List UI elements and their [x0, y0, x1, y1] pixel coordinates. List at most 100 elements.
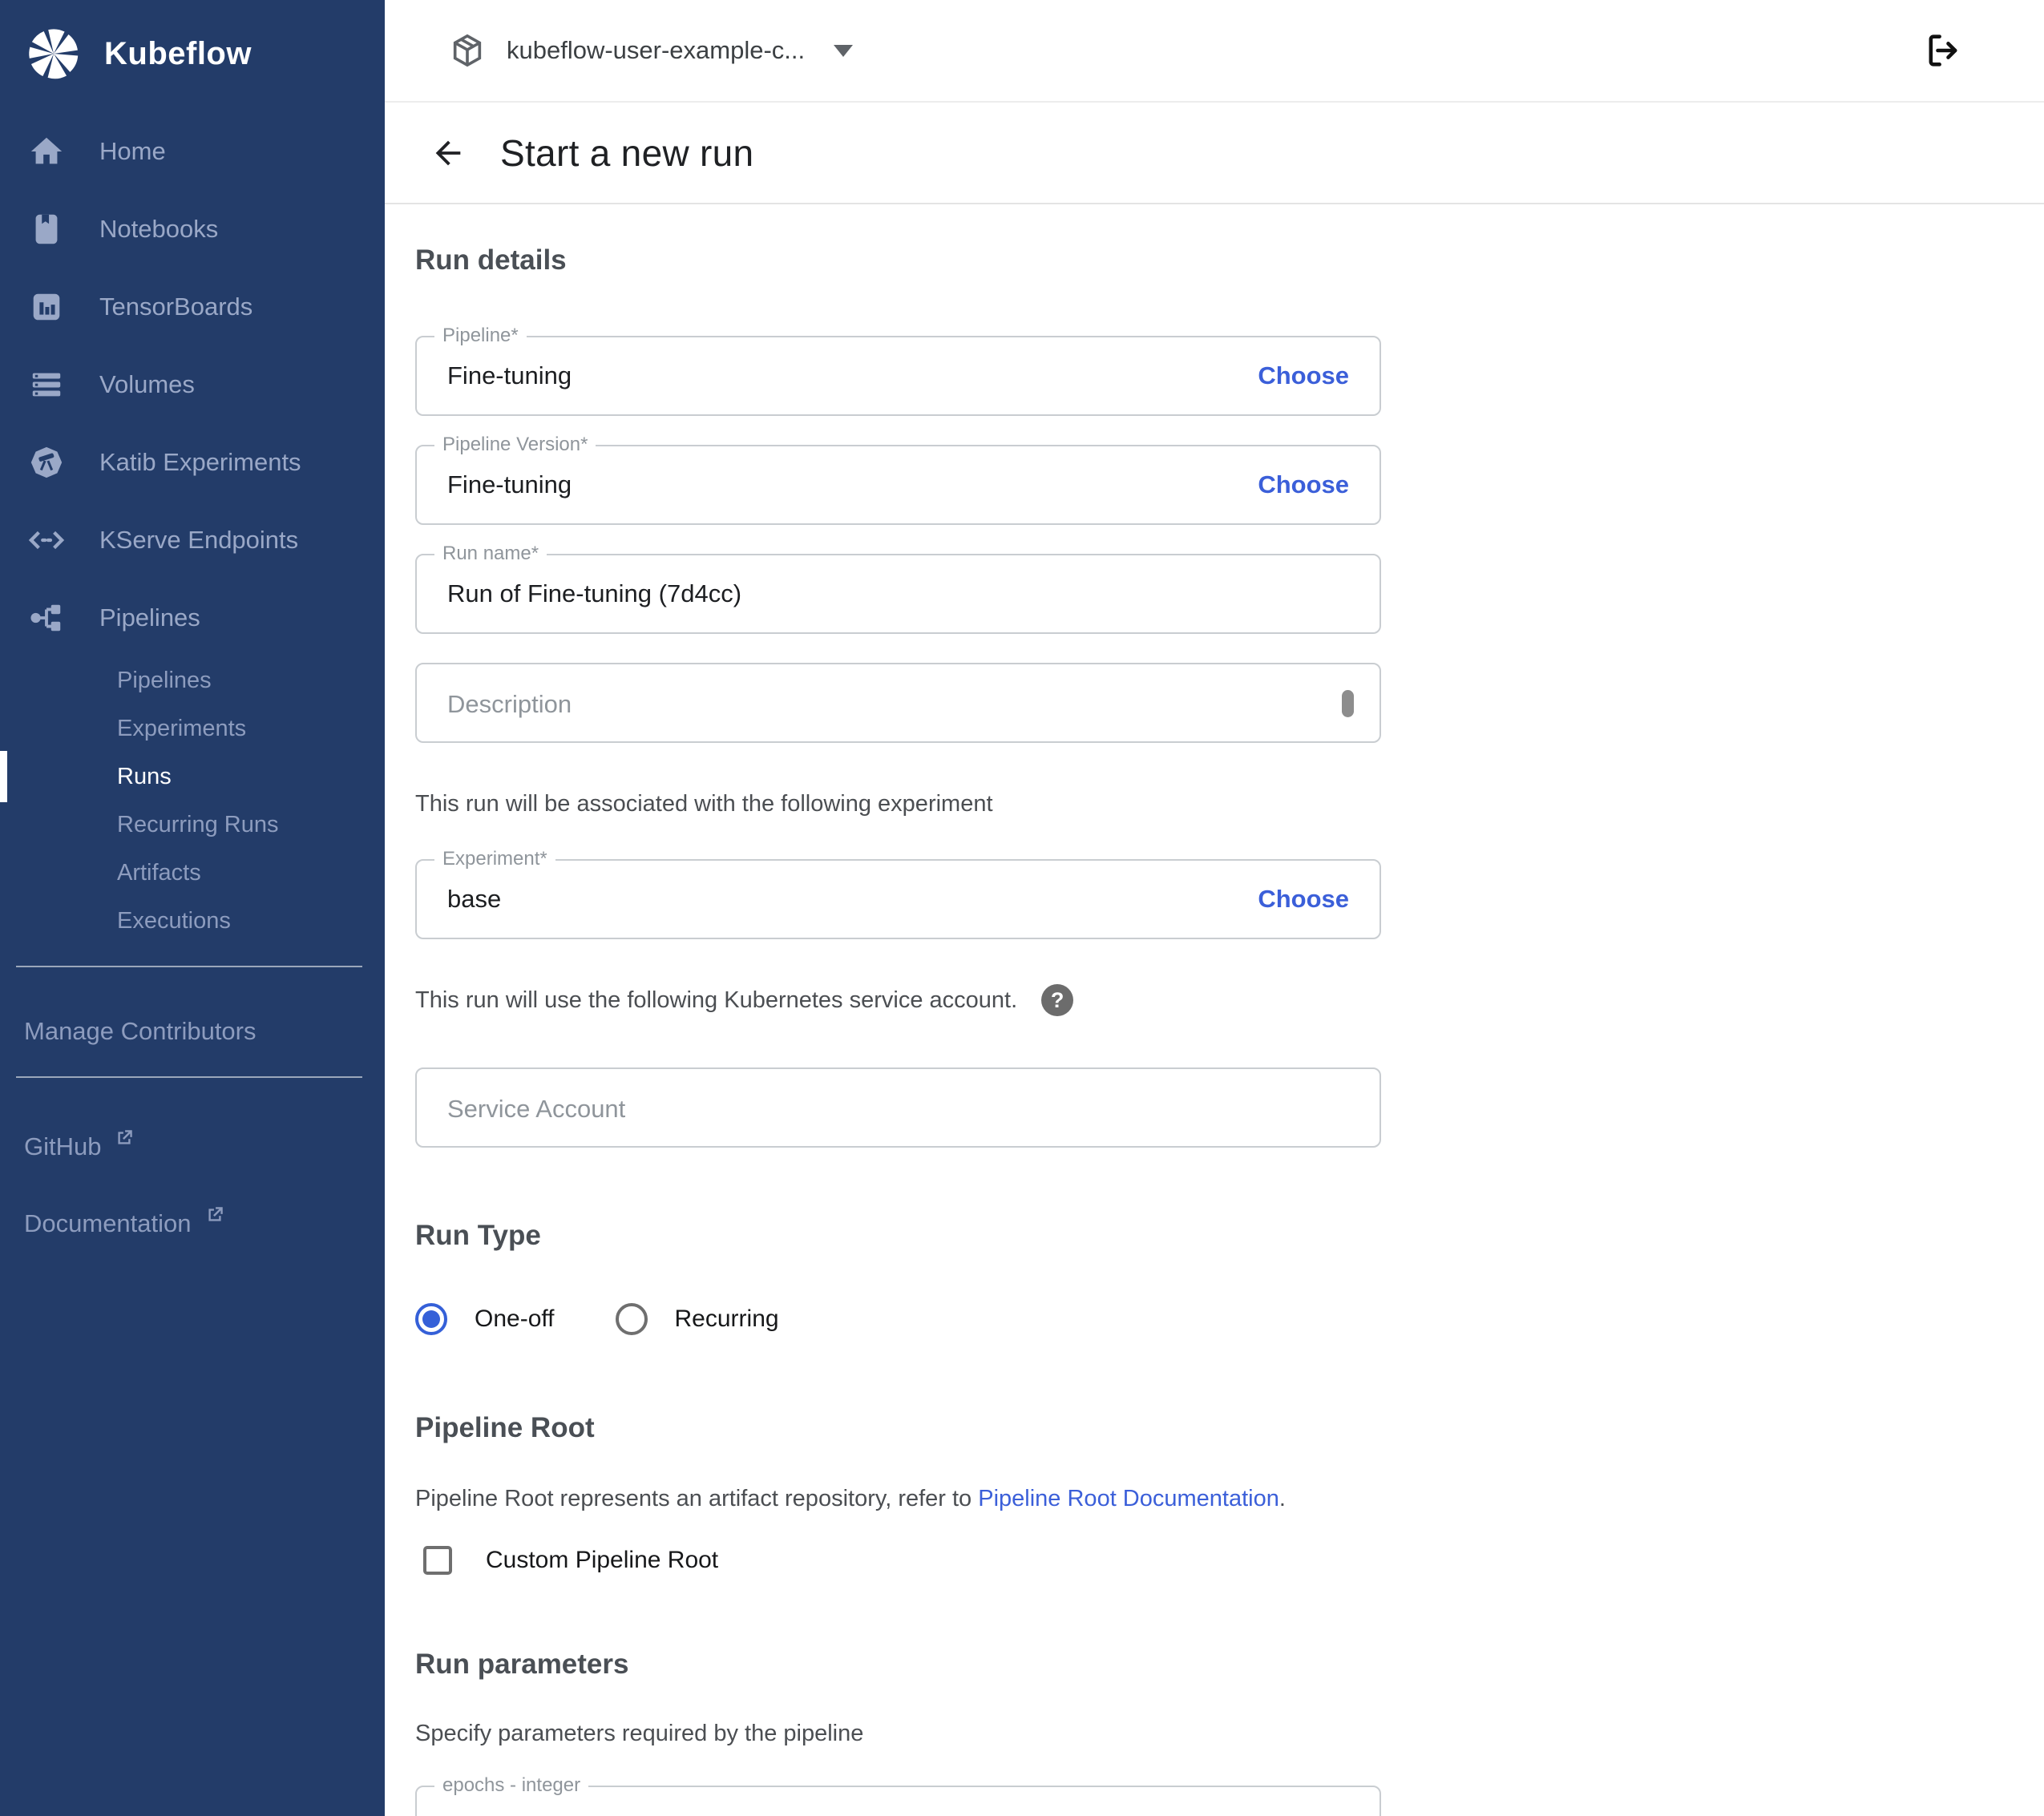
sidebar-subitem-label: Artifacts: [117, 860, 201, 886]
pipeline-choose-button[interactable]: Choose: [1258, 361, 1349, 390]
external-link-icon: [114, 1128, 135, 1148]
pipeline-root-description: Pipeline Root represents an artifact rep…: [415, 1486, 1381, 1512]
external-link-icon: [204, 1205, 225, 1225]
manage-contributors-label: Manage Contributors: [24, 1017, 257, 1046]
radio-one-off[interactable]: One-off: [415, 1303, 555, 1335]
sidebar-item-label: TensorBoards: [99, 293, 252, 321]
pipeline-root-heading: Pipeline Root: [415, 1412, 1381, 1444]
sidebar-item-label: KServe Endpoints: [99, 526, 298, 555]
pipeline-field-label: Pipeline*: [434, 324, 527, 348]
sidebar-nav: Home Notebooks TensorBoards Volumes: [0, 112, 385, 945]
epochs-field-label: epochs - integer: [434, 1774, 588, 1798]
experiment-field-value: base: [447, 885, 501, 914]
sidebar-subitem-label: Pipelines: [117, 668, 212, 694]
custom-pipeline-root-label: Custom Pipeline Root: [486, 1547, 718, 1574]
sidebar-subitem-executions[interactable]: Executions: [0, 897, 385, 945]
kubeflow-logo-icon: [24, 24, 83, 83]
sidebar-subitem-label: Experiments: [117, 716, 246, 742]
notebook-icon: [27, 210, 66, 248]
run-parameters-heading: Run parameters: [415, 1649, 1381, 1681]
service-account-note: This run will use the following Kubernet…: [415, 987, 1017, 1014]
scrollbar-thumb[interactable]: [1342, 690, 1354, 717]
custom-pipeline-root-row: Custom Pipeline Root: [415, 1546, 1381, 1575]
pipeline-root-documentation-link[interactable]: Pipeline Root Documentation: [978, 1486, 1279, 1511]
radio-selected-icon: [415, 1303, 447, 1335]
namespace-value: kubeflow-user-example-c...: [507, 36, 805, 65]
sidebar-subitem-label: Runs: [117, 764, 172, 790]
package-icon: [449, 32, 486, 69]
brand-title: Kubeflow: [104, 36, 252, 72]
pipeline-root-desc-text: Pipeline Root represents an artifact rep…: [415, 1486, 978, 1511]
sidebar-item-pipelines[interactable]: Pipelines: [0, 579, 385, 656]
experiment-field[interactable]: Experiment* base Choose: [415, 859, 1381, 939]
github-link[interactable]: GitHub: [0, 1123, 385, 1171]
pipeline-version-field[interactable]: Pipeline Version* Fine-tuning Choose: [415, 445, 1381, 525]
experiment-field-label: Experiment*: [434, 847, 555, 871]
pipelines-icon: [27, 599, 66, 637]
sidebar-item-home[interactable]: Home: [0, 112, 385, 190]
run-name-field[interactable]: Run name* Run of Fine-tuning (7d4cc): [415, 554, 1381, 634]
epochs-field[interactable]: epochs - integer 3: [415, 1786, 1381, 1816]
sidebar-item-kserve-endpoints[interactable]: KServe Endpoints: [0, 501, 385, 579]
sidebar-item-notebooks[interactable]: Notebooks: [0, 190, 385, 268]
pipelines-sub-list: Pipelines Experiments Runs Recurring Run…: [0, 656, 385, 945]
run-details-heading: Run details: [415, 244, 2044, 276]
sidebar-item-label: Home: [99, 137, 166, 166]
pipeline-version-field-label: Pipeline Version*: [434, 433, 596, 457]
page-header: Start a new run: [385, 103, 2044, 204]
katib-icon: [27, 443, 66, 482]
main-area: kubeflow-user-example-c... Start a new r…: [385, 0, 2044, 1816]
sidebar-subitem-artifacts[interactable]: Artifacts: [0, 849, 385, 897]
sidebar-item-katib-experiments[interactable]: Katib Experiments: [0, 423, 385, 501]
sidebar-subitem-label: Recurring Runs: [117, 812, 278, 838]
kserve-icon: [27, 521, 66, 559]
sidebar-item-tensorboards[interactable]: TensorBoards: [0, 268, 385, 345]
pipeline-version-choose-button[interactable]: Choose: [1258, 470, 1349, 499]
radio-recurring-label: Recurring: [675, 1306, 779, 1333]
help-icon[interactable]: ?: [1041, 984, 1073, 1016]
sidebar: Kubeflow Home Notebooks TensorBoards: [0, 0, 385, 1816]
sidebar-subitem-pipelines[interactable]: Pipelines: [0, 656, 385, 704]
pipeline-field-value: Fine-tuning: [447, 361, 572, 390]
service-account-field[interactable]: Service Account: [415, 1067, 1381, 1148]
run-form: Run details Pipeline* Fine-tuning Choose…: [385, 204, 2044, 1816]
page-title: Start a new run: [500, 131, 753, 175]
arrow-left-icon[interactable]: [430, 135, 467, 172]
documentation-link[interactable]: Documentation: [0, 1200, 385, 1248]
volumes-icon: [27, 365, 66, 404]
kubeflow-logo[interactable]: Kubeflow: [0, 0, 385, 83]
experiment-association-note: This run will be associated with the fol…: [415, 791, 1381, 817]
sidebar-item-label: Pipelines: [99, 603, 200, 632]
pipeline-root-desc-period: .: [1279, 1486, 1286, 1511]
namespace-selector[interactable]: kubeflow-user-example-c...: [449, 32, 853, 69]
sidebar-item-label: Katib Experiments: [99, 448, 301, 477]
pipeline-version-field-value: Fine-tuning: [447, 470, 572, 499]
github-label: GitHub: [24, 1132, 101, 1161]
caret-down-icon: [834, 45, 853, 57]
sidebar-subitem-experiments[interactable]: Experiments: [0, 704, 385, 753]
documentation-label: Documentation: [24, 1209, 192, 1238]
run-name-field-label: Run name*: [434, 542, 547, 566]
tensorboard-icon: [27, 288, 66, 326]
run-type-heading: Run Type: [415, 1220, 1381, 1252]
radio-one-off-label: One-off: [475, 1306, 555, 1333]
experiment-choose-button[interactable]: Choose: [1258, 885, 1349, 914]
sidebar-divider: [16, 1076, 362, 1078]
epochs-field-value: 3: [447, 1811, 461, 1816]
radio-recurring[interactable]: Recurring: [616, 1303, 779, 1335]
run-type-options: One-off Recurring: [415, 1303, 1381, 1335]
manage-contributors-link[interactable]: Manage Contributors: [0, 1007, 385, 1055]
sidebar-subitem-runs[interactable]: Runs: [0, 753, 385, 801]
custom-pipeline-root-checkbox[interactable]: [423, 1546, 452, 1575]
service-account-placeholder: Service Account: [447, 1095, 625, 1123]
run-name-field-value: Run of Fine-tuning (7d4cc): [447, 579, 741, 608]
sidebar-subitem-recurring-runs[interactable]: Recurring Runs: [0, 801, 385, 849]
description-placeholder: Description: [447, 690, 572, 718]
home-icon: [27, 132, 66, 171]
sidebar-item-volumes[interactable]: Volumes: [0, 345, 385, 423]
app-root: Kubeflow Home Notebooks TensorBoards: [0, 0, 2044, 1816]
pipeline-field[interactable]: Pipeline* Fine-tuning Choose: [415, 336, 1381, 416]
logout-icon[interactable]: [1922, 30, 1964, 71]
description-field[interactable]: Description: [415, 663, 1381, 743]
radio-unselected-icon: [616, 1303, 648, 1335]
